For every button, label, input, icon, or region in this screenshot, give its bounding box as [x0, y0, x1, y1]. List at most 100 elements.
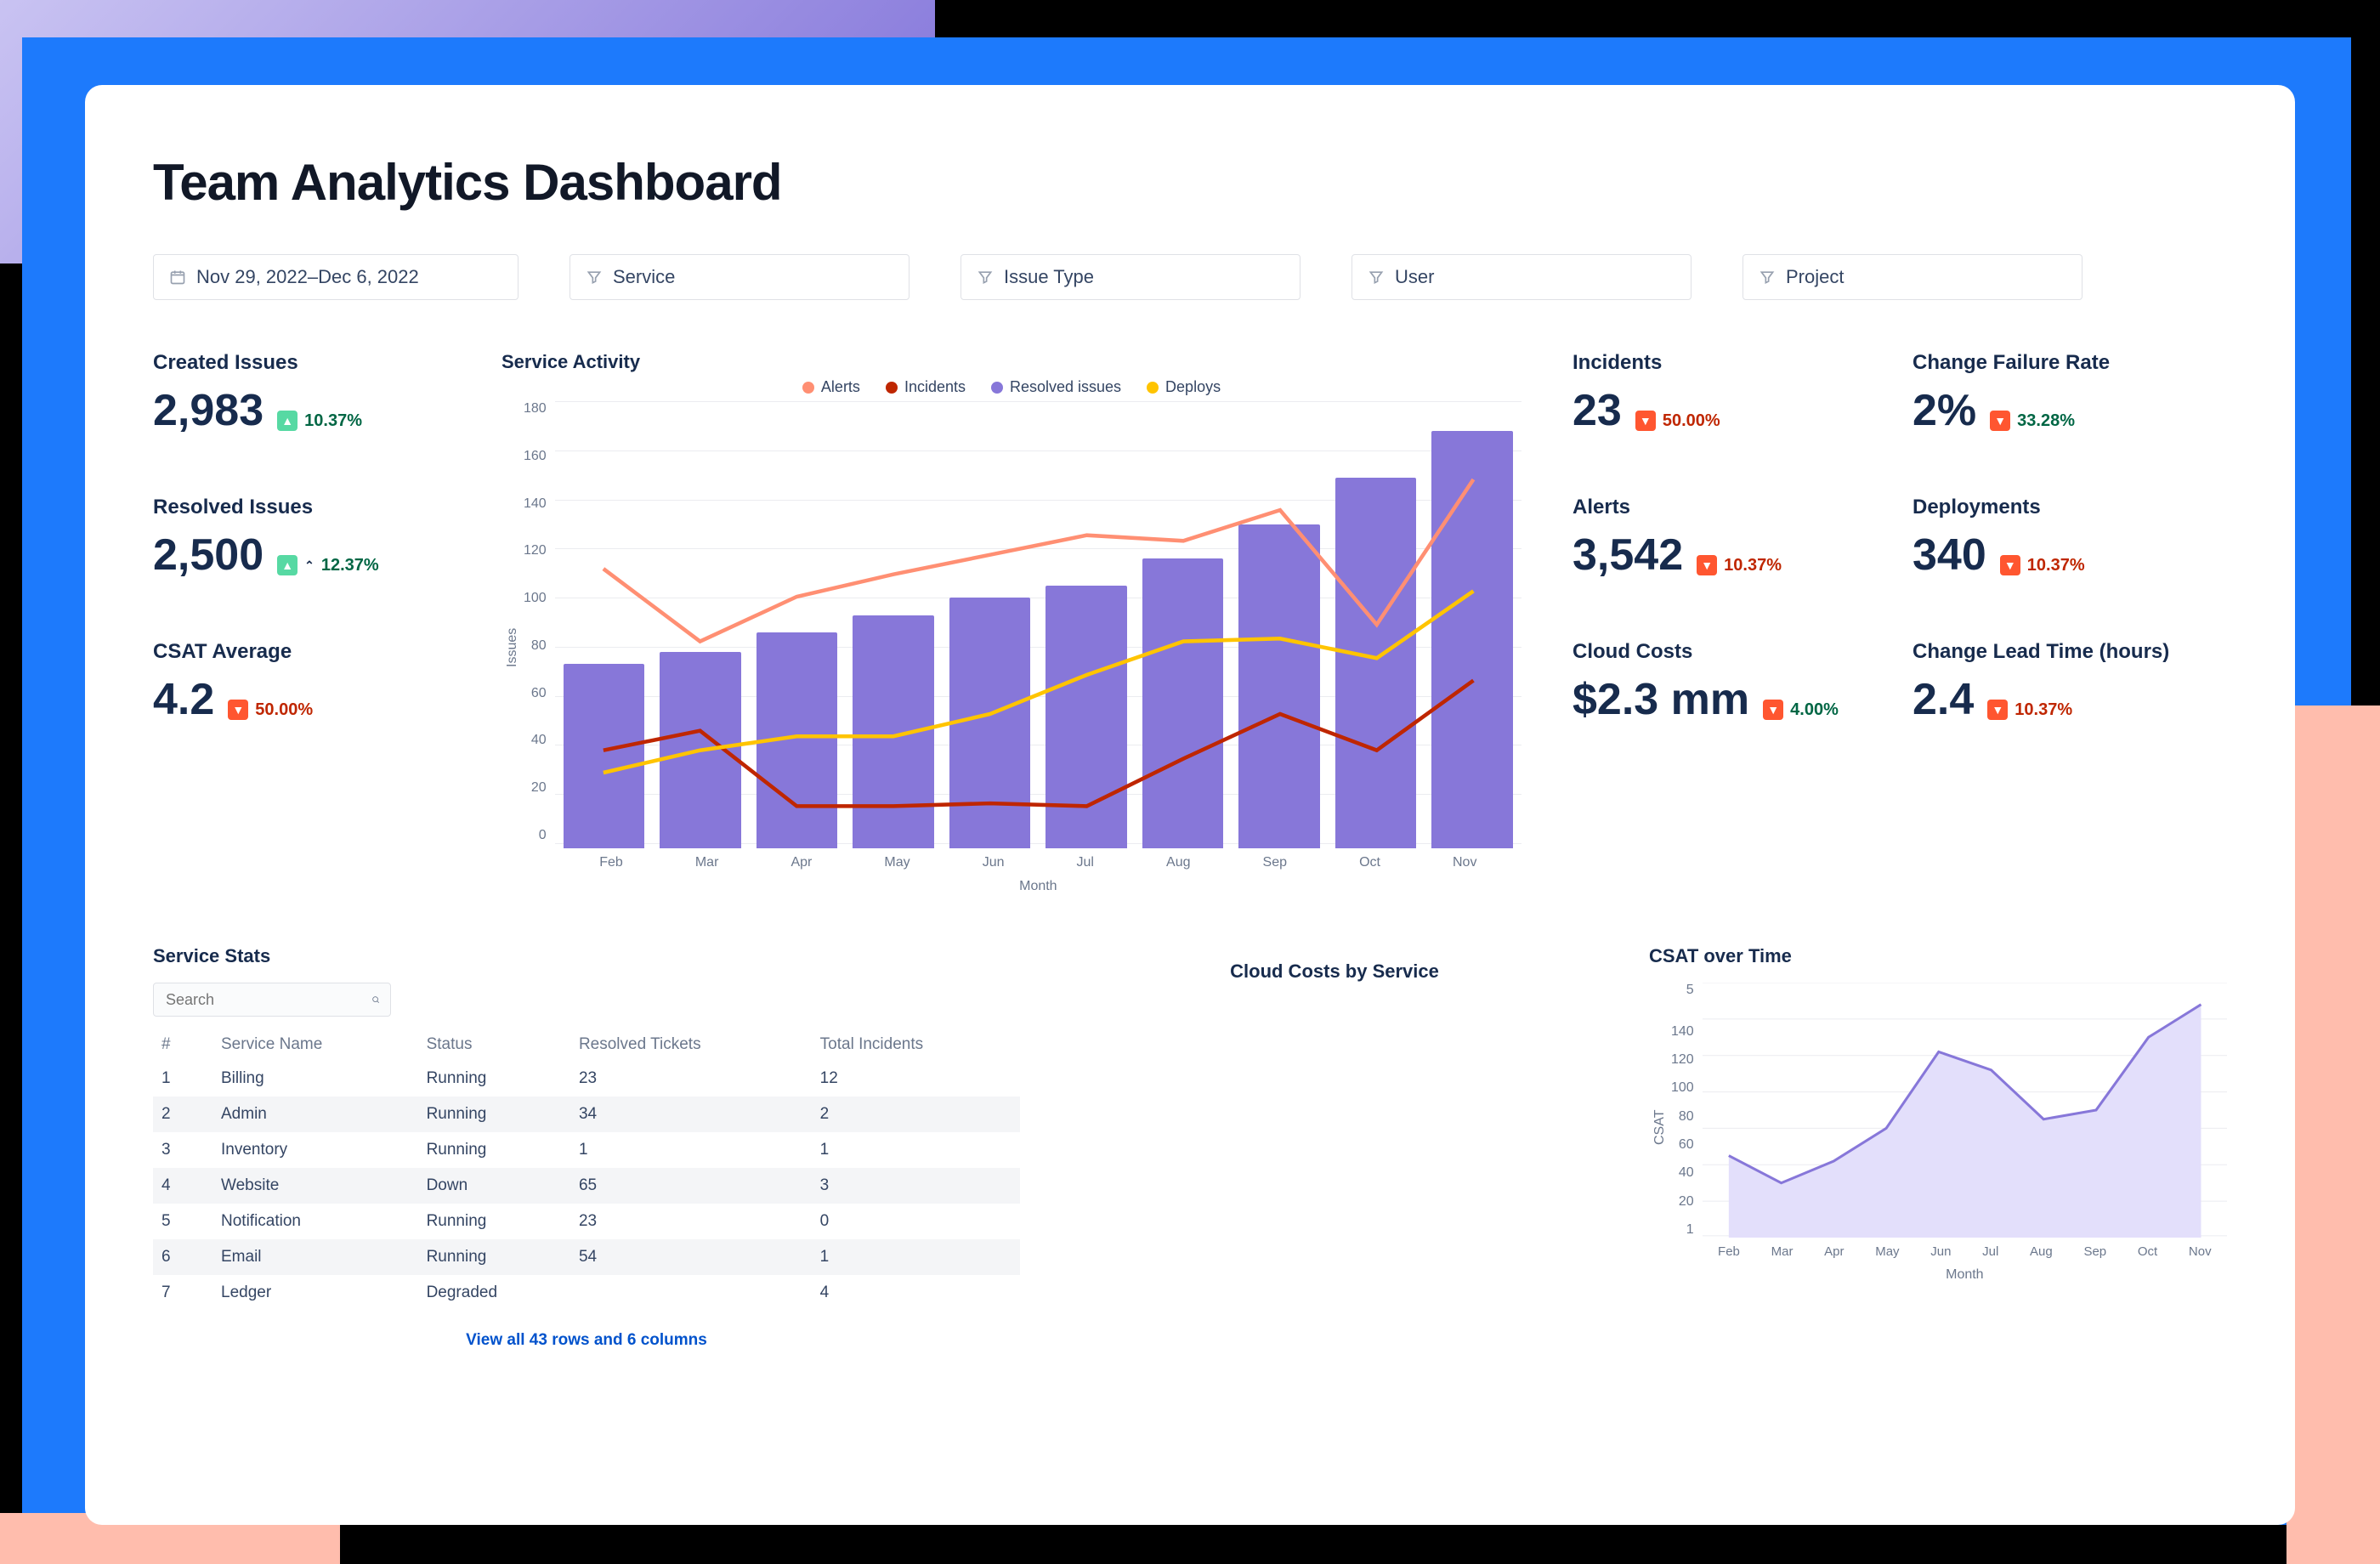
kpi-right-b: Change Failure Rate2%▼33.28%Deployments3… — [1912, 351, 2218, 725]
kpi-delta-pct: 50.00% — [255, 700, 313, 720]
service-stats-table: #Service NameStatusResolved TicketsTotal… — [153, 1028, 1020, 1311]
y-tick: 120 — [1671, 1052, 1694, 1068]
table-row[interactable]: 7LedgerDegraded4 — [153, 1275, 1020, 1311]
kpi-change-failure-rate: Change Failure Rate 2% ▼ 33.28% — [1912, 351, 2218, 436]
x-tick: May — [1875, 1244, 1899, 1259]
service-stats-search[interactable] — [153, 983, 391, 1017]
kpi-value: $2.3 mm — [1572, 674, 1749, 725]
chart-y-axis: 180160140120100806040200 — [524, 401, 555, 843]
kpi-delta-pct: 33.28% — [2017, 411, 2075, 431]
csat-area-fill — [1729, 1005, 2202, 1238]
table-col-header: Resolved Tickets — [570, 1028, 812, 1061]
kpi-csat-average: CSAT Average4.2▼50.00% — [153, 640, 450, 725]
x-tick: Mar — [695, 855, 719, 870]
chart-x-axis: FebMarAprMayJunJulAugSepOctNov — [555, 855, 1522, 870]
x-tick: Nov — [2189, 1244, 2212, 1259]
kpi-label: Resolved Issues — [153, 496, 450, 519]
cell-status: Running — [418, 1061, 570, 1096]
table-row[interactable]: 5NotificationRunning230 — [153, 1204, 1020, 1239]
y-tick: 180 — [524, 401, 547, 416]
trend-icon: ▼ — [1697, 555, 1717, 575]
kpi-label: Change Failure Rate — [1912, 351, 2218, 375]
kpi-value: 4.2 — [153, 674, 214, 725]
x-tick: Jul — [1982, 1244, 1998, 1259]
kpi-delta-pct: 10.37% — [304, 411, 362, 431]
y-tick: 120 — [524, 543, 547, 558]
cell-incidents: 3 — [812, 1168, 1020, 1204]
filter-icon — [586, 269, 603, 286]
cell-incidents: 0 — [812, 1204, 1020, 1239]
csat-chart-title: CSAT over Time — [1649, 945, 2227, 967]
filter-issue-type[interactable]: Issue Type — [960, 254, 1300, 300]
chart-bar — [756, 632, 838, 848]
cell-index: 3 — [153, 1132, 212, 1168]
kpi-delta: ▼50.00% — [228, 700, 313, 720]
kpi-label: Cloud Costs — [1572, 640, 1862, 664]
x-tick: Sep — [2083, 1244, 2106, 1259]
x-tick: Apr — [790, 855, 812, 870]
filters-row: Nov 29, 2022–Dec 6, 2022 Service Issue T… — [153, 254, 2227, 300]
cell-index: 7 — [153, 1275, 212, 1311]
kpi-value: 2% — [1912, 385, 1976, 436]
cell-index: 5 — [153, 1204, 212, 1239]
search-input[interactable] — [164, 990, 365, 1010]
chart-bar — [949, 598, 1031, 848]
filter-service[interactable]: Service — [570, 254, 910, 300]
kpi-label: Incidents — [1572, 351, 1862, 375]
kpi-right-a: Incidents23▼50.00%Alerts3,542▼10.37%Clou… — [1572, 351, 1862, 725]
x-tick: Mar — [1771, 1244, 1794, 1259]
table-row[interactable]: 1BillingRunning2312 — [153, 1061, 1020, 1096]
table-col-header: Service Name — [212, 1028, 418, 1061]
table-row[interactable]: 4WebsiteDown653 — [153, 1168, 1020, 1204]
y-tick: 1 — [1671, 1222, 1694, 1238]
view-all-link[interactable]: View all 43 rows and 6 columns — [466, 1331, 707, 1349]
chart-plot-area — [555, 401, 1522, 848]
filter-icon — [1368, 269, 1385, 286]
cell-service-name: Website — [212, 1168, 418, 1204]
cell-index: 1 — [153, 1061, 212, 1096]
kpi-cloud-costs: Cloud Costs$2.3 mm▼4.00% — [1572, 640, 1862, 725]
filter-project[interactable]: Project — [1742, 254, 2082, 300]
x-tick: Aug — [1166, 855, 1190, 870]
table-col-header: # — [153, 1028, 212, 1061]
csat-panel: CSAT over Time CSAT 5140120100806040201 … — [1649, 945, 2227, 1350]
cell-incidents: 12 — [812, 1061, 1020, 1096]
cell-resolved: 65 — [570, 1168, 812, 1204]
kpi-left-stack: Created Issues2,983▲10.37%Resolved Issue… — [153, 351, 450, 725]
service-activity-legend: Alerts Incidents Resolved issues Deploys — [502, 378, 1522, 396]
table-col-header: Status — [418, 1028, 570, 1061]
csat-area-svg — [1703, 983, 2227, 1238]
chart-bar — [1238, 524, 1320, 848]
trend-icon: ▼ — [1990, 411, 2010, 431]
filter-date-range-label: Nov 29, 2022–Dec 6, 2022 — [196, 266, 419, 288]
filter-user[interactable]: User — [1352, 254, 1692, 300]
trend-icon: ▼ — [1987, 700, 2008, 720]
kpi-incidents: Incidents23▼50.00% — [1572, 351, 1862, 436]
calendar-icon — [169, 269, 186, 286]
cell-resolved: 34 — [570, 1096, 812, 1132]
csat-x-axis: FebMarAprMayJunJulAugSepOctNov — [1703, 1244, 2227, 1259]
filter-project-label: Project — [1786, 266, 1844, 288]
y-tick: 0 — [524, 828, 547, 843]
bottom-grid: Service Stats #Service NameStatusResolve… — [153, 945, 2227, 1350]
cell-service-name: Inventory — [212, 1132, 418, 1168]
y-tick: 140 — [1671, 1024, 1694, 1040]
y-tick: 60 — [1671, 1137, 1694, 1153]
table-row[interactable]: 2AdminRunning342 — [153, 1096, 1020, 1132]
filter-date-range[interactable]: Nov 29, 2022–Dec 6, 2022 — [153, 254, 518, 300]
kpi-value: 340 — [1912, 530, 1986, 581]
kpi-value: 2,500 — [153, 530, 264, 581]
table-row[interactable]: 6EmailRunning541 — [153, 1239, 1020, 1275]
kpi-value: 2.4 — [1912, 674, 1974, 725]
cell-status: Down — [418, 1168, 570, 1204]
trend-icon: ▼ — [1635, 411, 1656, 431]
csat-y-title: CSAT — [1649, 983, 1671, 1272]
table-col-header: Total Incidents — [812, 1028, 1020, 1061]
chart-bars — [555, 401, 1522, 848]
bg-salmon-block — [2286, 706, 2380, 1564]
y-tick: 60 — [524, 686, 547, 701]
filter-icon — [1759, 269, 1776, 286]
csat-chart: CSAT 5140120100806040201 FebMarAprMayJun… — [1649, 983, 2227, 1272]
kpi-delta: ▲10.37% — [277, 411, 362, 431]
table-row[interactable]: 3InventoryRunning11 — [153, 1132, 1020, 1168]
